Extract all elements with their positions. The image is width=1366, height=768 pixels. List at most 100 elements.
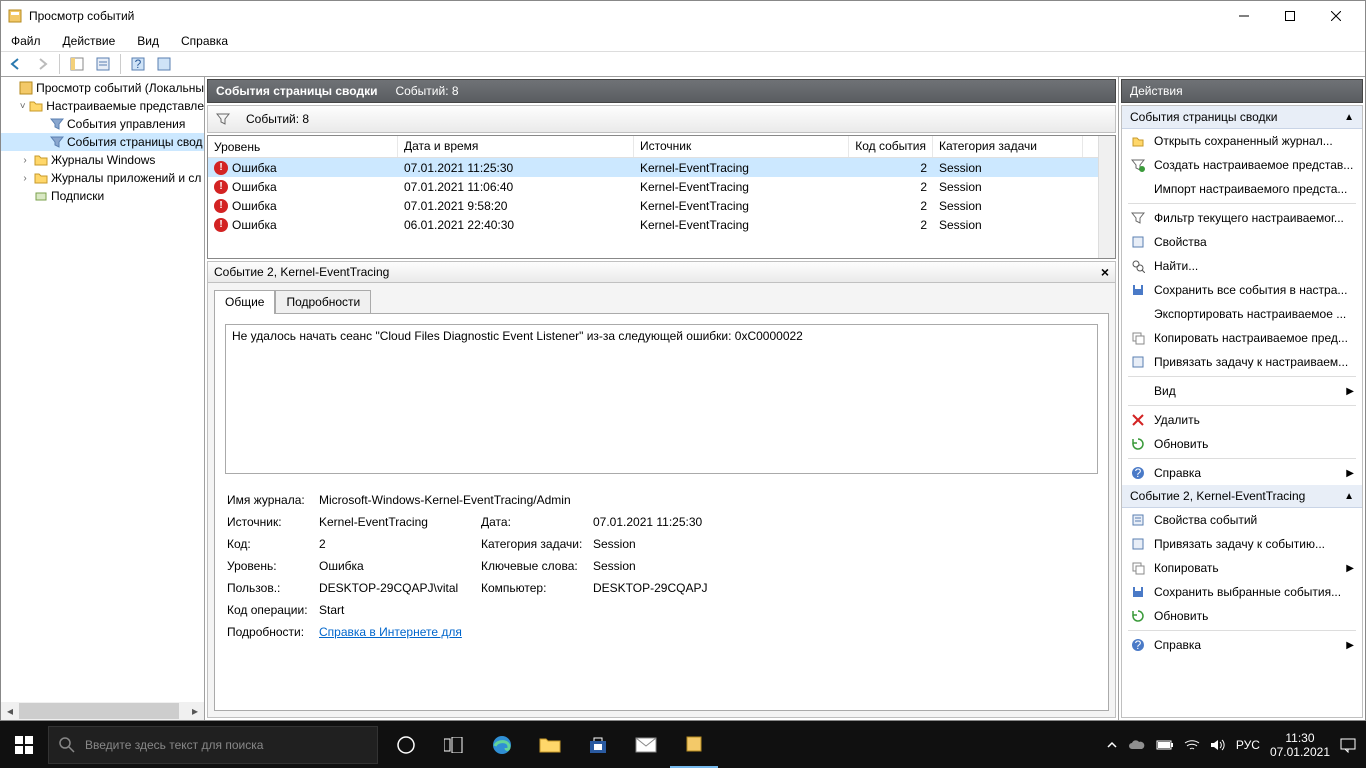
- action-icon: [1130, 354, 1146, 370]
- eventviewer-taskbar-icon[interactable]: [670, 721, 718, 768]
- action-item[interactable]: Фильтр текущего настраиваемог...: [1122, 206, 1362, 230]
- taskbar-search[interactable]: Введите здесь текст для поиска: [48, 726, 378, 764]
- tray-onedrive-icon[interactable]: [1128, 739, 1146, 751]
- tray-notifications-icon[interactable]: [1340, 737, 1356, 753]
- col-code[interactable]: Код события: [849, 136, 933, 157]
- minimize-button[interactable]: [1221, 1, 1267, 31]
- grid-vscrollbar[interactable]: [1098, 136, 1115, 258]
- tree-summary-events[interactable]: События страницы свод: [1, 133, 204, 151]
- tree-root[interactable]: Просмотр событий (Локальны: [1, 79, 204, 97]
- col-level[interactable]: Уровень: [208, 136, 398, 157]
- toolbar: ?: [1, 51, 1365, 77]
- tray-language[interactable]: РУС: [1236, 738, 1260, 752]
- action-delete[interactable]: Удалить: [1122, 408, 1362, 432]
- action-item[interactable]: Привязать задачу к настраиваем...: [1122, 350, 1362, 374]
- col-source[interactable]: Источник: [634, 136, 849, 157]
- grid-row[interactable]: !Ошибка07.01.2021 9:58:20Kernel-EventTra…: [208, 196, 1098, 215]
- grid-row[interactable]: !Ошибка07.01.2021 11:25:30Kernel-EventTr…: [208, 158, 1098, 177]
- refresh-button[interactable]: [153, 53, 175, 75]
- action-icon: [1130, 536, 1146, 552]
- separator: [120, 54, 121, 74]
- tree-subscriptions[interactable]: Подписки: [1, 187, 204, 205]
- action-item[interactable]: Копировать▶: [1122, 556, 1362, 580]
- center-pane: События страницы сводки Событий: 8 Событ…: [205, 77, 1119, 720]
- store-icon[interactable]: [574, 721, 622, 768]
- actions-section-view[interactable]: События страницы сводки▲: [1122, 106, 1362, 129]
- collapse-icon[interactable]: ˅: [19, 101, 26, 112]
- action-item[interactable]: Свойства событий: [1122, 508, 1362, 532]
- tray-clock[interactable]: 11:3007.01.2021: [1270, 731, 1330, 759]
- expand-icon[interactable]: ›: [19, 155, 31, 166]
- expand-icon[interactable]: ›: [19, 173, 31, 184]
- filter-icon[interactable]: [216, 112, 230, 126]
- folder-icon: [33, 170, 49, 186]
- tray-battery-icon[interactable]: [1156, 739, 1174, 751]
- tab-details[interactable]: Подробности: [275, 290, 371, 314]
- action-item[interactable]: Импорт настраиваемого предста...: [1122, 177, 1362, 201]
- error-icon: !: [214, 180, 228, 194]
- action-icon: [1130, 560, 1146, 576]
- col-category[interactable]: Категория задачи: [933, 136, 1083, 157]
- center-header: События страницы сводки Событий: 8: [207, 79, 1116, 103]
- action-help2[interactable]: ?Справка▶: [1122, 633, 1362, 657]
- help-button[interactable]: ?: [127, 53, 149, 75]
- action-icon: [1130, 512, 1146, 528]
- action-item[interactable]: Открыть сохраненный журнал...: [1122, 129, 1362, 153]
- action-item[interactable]: Привязать задачу к событию...: [1122, 532, 1362, 556]
- tree-windows-logs[interactable]: ›Журналы Windows: [1, 151, 204, 169]
- tree-custom-views[interactable]: ˅Настраиваемые представле: [1, 97, 204, 115]
- refresh-icon: [1130, 436, 1146, 452]
- action-item[interactable]: Создать настраиваемое представ...: [1122, 153, 1362, 177]
- properties-button[interactable]: [92, 53, 114, 75]
- actions-section-event[interactable]: Событие 2, Kernel-EventTracing▲: [1122, 485, 1362, 508]
- action-icon: [1130, 608, 1146, 624]
- grid-row[interactable]: !Ошибка07.01.2021 11:06:40Kernel-EventTr…: [208, 177, 1098, 196]
- tray-volume-icon[interactable]: [1210, 738, 1226, 752]
- tray-chevron-up-icon[interactable]: [1106, 739, 1118, 751]
- mail-icon[interactable]: [622, 721, 670, 768]
- tab-general[interactable]: Общие: [214, 290, 275, 314]
- action-item[interactable]: Свойства: [1122, 230, 1362, 254]
- cortana-icon[interactable]: [382, 721, 430, 768]
- tray-wifi-icon[interactable]: [1184, 739, 1200, 751]
- action-item[interactable]: Копировать настраиваемое пред...: [1122, 326, 1362, 350]
- tree-app-logs[interactable]: ›Журналы приложений и сл: [1, 169, 204, 187]
- actions-pane: Действия События страницы сводки▲ Открыт…: [1119, 77, 1365, 720]
- tree-hscrollbar[interactable]: ◂ ▸: [1, 702, 204, 720]
- window-title: Просмотр событий: [29, 9, 1221, 23]
- action-item[interactable]: Сохранить выбранные события...: [1122, 580, 1362, 604]
- action-item[interactable]: Сохранить все события в настра...: [1122, 278, 1362, 302]
- action-item[interactable]: Найти...: [1122, 254, 1362, 278]
- back-button[interactable]: [5, 53, 27, 75]
- action-refresh[interactable]: Обновить: [1122, 432, 1362, 456]
- chevron-up-icon: ▲: [1344, 491, 1354, 502]
- scroll-left-icon[interactable]: ◂: [1, 702, 19, 720]
- action-icon: [1130, 157, 1146, 173]
- action-item[interactable]: Обновить: [1122, 604, 1362, 628]
- menu-view[interactable]: Вид: [133, 32, 163, 50]
- forward-button[interactable]: [31, 53, 53, 75]
- col-date[interactable]: Дата и время: [398, 136, 634, 157]
- menu-action[interactable]: Действие: [59, 32, 120, 50]
- tree-admin-events[interactable]: События управления: [1, 115, 204, 133]
- edge-icon[interactable]: [478, 721, 526, 768]
- show-tree-button[interactable]: [66, 53, 88, 75]
- submenu-arrow-icon: ▶: [1346, 386, 1354, 397]
- taskview-icon[interactable]: [430, 721, 478, 768]
- help-online-link[interactable]: Справка в Интернете для: [319, 625, 462, 639]
- action-help[interactable]: ?Справка▶: [1122, 461, 1362, 485]
- start-button[interactable]: [0, 721, 48, 768]
- action-item[interactable]: Экспортировать настраиваемое ...: [1122, 302, 1362, 326]
- grid-row[interactable]: !Ошибка06.01.2021 22:40:30Kernel-EventTr…: [208, 215, 1098, 234]
- explorer-icon[interactable]: [526, 721, 574, 768]
- action-icon: [1130, 210, 1146, 226]
- grid-header[interactable]: Уровень Дата и время Источник Код событи…: [208, 136, 1098, 158]
- action-view[interactable]: Вид▶: [1122, 379, 1362, 403]
- maximize-button[interactable]: [1267, 1, 1313, 31]
- app-window: Просмотр событий Файл Действие Вид Справ…: [0, 0, 1366, 721]
- detail-close-icon[interactable]: ×: [1101, 264, 1109, 280]
- menu-help[interactable]: Справка: [177, 32, 232, 50]
- menu-file[interactable]: Файл: [7, 32, 45, 50]
- scroll-right-icon[interactable]: ▸: [186, 702, 204, 720]
- close-button[interactable]: [1313, 1, 1359, 31]
